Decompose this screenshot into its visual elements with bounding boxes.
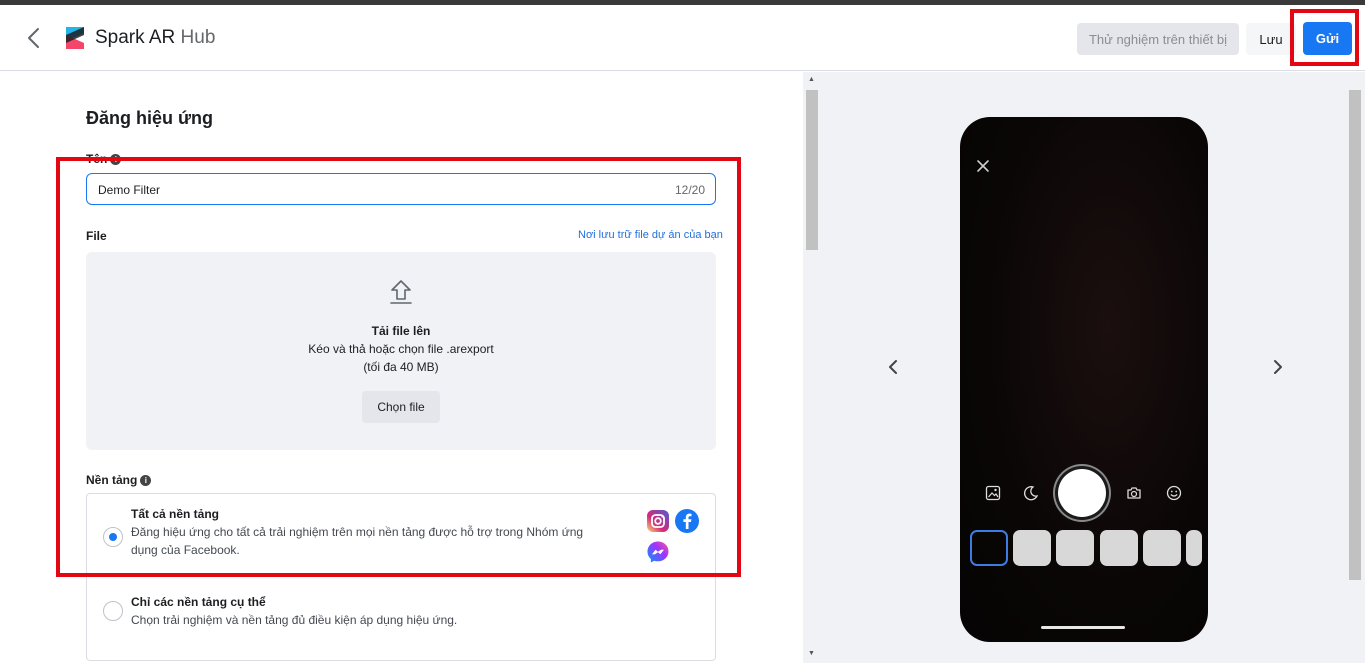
test-on-device-button[interactable]: Thử nghiệm trên thiết bị	[1077, 23, 1239, 55]
instagram-icon	[647, 510, 669, 532]
name-label-text: Tên	[86, 152, 108, 166]
flip-camera-icon[interactable]	[1126, 485, 1142, 501]
upload-dropzone[interactable]: Tải file lên Kéo và thả hoặc chọn file .…	[86, 252, 716, 450]
upload-title: Tải file lên	[371, 324, 431, 338]
chevron-left-icon	[889, 360, 897, 374]
right-scroll-thumb[interactable]	[1349, 90, 1361, 580]
night-mode-icon[interactable]	[1023, 485, 1039, 501]
option-title: Chỉ các nền tảng cụ thể	[131, 595, 266, 609]
save-button[interactable]: Lưu	[1246, 23, 1296, 55]
gallery-icon[interactable]	[985, 485, 1001, 501]
left-scrollbar[interactable]: ▲ ▼	[803, 72, 820, 663]
spark-ar-logo	[66, 27, 84, 49]
effect-thumbnail[interactable]	[1013, 530, 1051, 566]
name-input-value: Demo Filter	[98, 183, 161, 197]
upload-size-limit: (tối đa 40 MB)	[363, 360, 439, 374]
option-description: Đăng hiệu ứng cho tất cả trải nghiệm trê…	[131, 525, 584, 539]
form-panel: Đăng hiệu ứng Tên i Demo Filter 12/20 Fil…	[0, 72, 803, 663]
project-storage-link[interactable]: Nơi lưu trữ file dự án của bạn	[578, 229, 723, 241]
info-icon[interactable]: i	[110, 154, 122, 166]
effect-thumbnail[interactable]	[1056, 530, 1094, 566]
choose-file-button[interactable]: Chọn file	[362, 391, 440, 423]
preview-prev-button[interactable]	[883, 356, 903, 378]
option-description: dụng của Facebook.	[131, 543, 240, 557]
messenger-icon	[647, 541, 669, 563]
name-char-counter: 12/20	[674, 183, 705, 197]
file-label: File	[86, 229, 107, 243]
shutter-button[interactable]	[1058, 469, 1106, 517]
left-scroll-thumb[interactable]	[806, 90, 818, 250]
upload-icon	[390, 280, 412, 304]
send-highlight-box	[1290, 9, 1359, 66]
phone-preview	[960, 117, 1208, 642]
brand-title: Spark AR Hub	[95, 27, 215, 49]
platform-options: Tất cả nền tảng Đăng hiệu ứng cho tất cả…	[86, 493, 716, 661]
name-label: Tên i	[86, 152, 122, 166]
platform-label-text: Nền tảng	[86, 473, 138, 487]
page-title: Đăng hiệu ứng	[86, 108, 214, 128]
home-indicator	[1041, 626, 1125, 629]
option-title: Tất cả nền tảng	[131, 507, 220, 521]
effect-thumbnail-selected[interactable]	[970, 530, 1008, 566]
app-header: Spark AR Hub Thử nghiệm trên thiết bị Lư…	[0, 5, 1365, 71]
scroll-up-arrow[interactable]: ▲	[808, 76, 815, 83]
effect-thumbnail[interactable]	[1100, 530, 1138, 566]
back-button[interactable]	[22, 25, 46, 51]
option-divider	[87, 576, 715, 577]
name-input[interactable]: Demo Filter 12/20	[86, 173, 716, 205]
face-icon[interactable]	[1166, 485, 1182, 501]
chevron-right-icon	[1274, 360, 1282, 374]
radio-specific-platforms[interactable]	[103, 601, 123, 621]
back-icon	[28, 28, 39, 48]
effect-thumbnail[interactable]	[1143, 530, 1181, 566]
brand-suffix: Hub	[180, 27, 216, 48]
platform-label: Nền tảng i	[86, 473, 152, 487]
facebook-icon	[675, 509, 699, 533]
preview-panel: ▲ ▼	[803, 72, 1365, 663]
info-icon[interactable]: i	[140, 475, 152, 487]
option-description: Chọn trải nghiệm và nền tảng đủ điều kiệ…	[131, 613, 458, 627]
effect-thumbnail[interactable]	[1186, 530, 1202, 566]
upload-description: Kéo và thả hoặc chọn file .arexport	[308, 342, 494, 356]
scroll-down-arrow[interactable]: ▼	[808, 650, 815, 657]
close-icon[interactable]	[976, 159, 990, 173]
preview-next-button[interactable]	[1268, 356, 1288, 378]
brand-name: Spark AR	[95, 27, 176, 48]
radio-all-platforms[interactable]	[103, 527, 123, 547]
